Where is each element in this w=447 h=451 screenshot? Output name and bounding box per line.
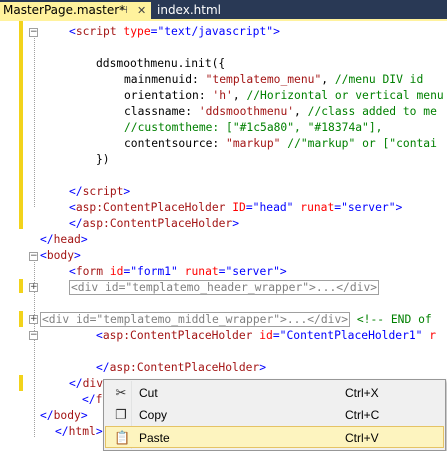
pin-icon[interactable]: ⊣ [119,2,128,19]
code-line: </script> [69,185,131,198]
copy-icon: ❐ [115,407,127,422]
change-marker [19,279,23,293]
collapsed-region-header[interactable]: <div id="templatemo_header_wrapper">...<… [69,280,380,296]
document-tab-strip: MasterPage.master* ⊣ ✕ index.html [0,0,447,19]
code-line: classname: 'ddsmoothmenu', //class added… [124,105,437,118]
change-marker [19,21,23,229]
code-line: contentsource: "markup" //"markup" or ["… [124,137,437,150]
code-line: mainmenuid: "templatemo_menu", //menu DI… [124,73,424,86]
code-line: orientation: 'h', //Horizontal or vertic… [124,89,444,102]
collapsed-region-middle[interactable]: <div id="templatemo_middle_wrapper">...<… [40,312,432,328]
change-marker [19,375,23,391]
menu-item-shortcut: Ctrl+C [345,408,380,422]
code-line: <asp:ContentPlaceHolder ID="head" runat=… [69,201,403,214]
collapse-icon[interactable]: − [29,28,38,37]
code-line: <body> [40,249,81,262]
menu-item-paste[interactable]: 📋 Paste Ctrl+V [105,426,444,448]
expand-icon[interactable]: + [29,283,38,292]
close-icon[interactable]: ✕ [137,2,146,19]
code-line: ddsmoothmenu.init({ [96,57,226,70]
code-line: <form id="form1" runat="server"> [69,265,287,278]
code-line: <asp:ContentPlaceHolder id="ContentPlace… [96,329,437,342]
menu-item-label: Paste [139,431,170,445]
menu-item-label: Cut [139,386,158,400]
code-line: }) [96,153,110,166]
menu-item-shortcut: Ctrl+X [345,386,379,400]
expand-icon[interactable]: + [29,315,38,324]
tab-index-html[interactable]: index.html [153,2,245,19]
menu-item-cut[interactable]: ✂ Cut Ctrl+X [105,382,444,404]
menu-item-copy[interactable]: ❐ Copy Ctrl+C [105,404,444,426]
menu-item-shortcut: Ctrl+V [345,431,379,445]
tab-label: index.html [157,3,221,17]
code-line: </asp:ContentPlaceHolder> [69,217,240,230]
code-line: </div [69,377,104,390]
tab-masterpage[interactable]: MasterPage.master* ⊣ ✕ [0,2,151,19]
collapse-icon[interactable]: − [29,331,38,340]
clipboard-icon: 📋 [114,430,131,445]
outline-guide [34,35,35,207]
scissors-icon: ✂ [115,385,127,400]
code-line: </body> [40,409,88,422]
code-line: </head> [40,233,88,246]
code-line: //customtheme: ["#1c5a80", "#18374a"], [124,121,383,134]
context-menu: ✂ Cut Ctrl+X ❐ Copy Ctrl+C 📋 Paste Ctrl+… [103,379,446,451]
menu-item-label: Copy [139,408,168,422]
code-line: </asp:ContentPlaceHolder> [96,361,267,374]
collapse-icon[interactable]: − [29,252,38,261]
tab-label: MasterPage.master* [3,3,126,17]
code-line: <script type="text/javascript"> [69,25,280,38]
code-line: </html> [55,425,103,438]
change-marker [19,311,23,327]
